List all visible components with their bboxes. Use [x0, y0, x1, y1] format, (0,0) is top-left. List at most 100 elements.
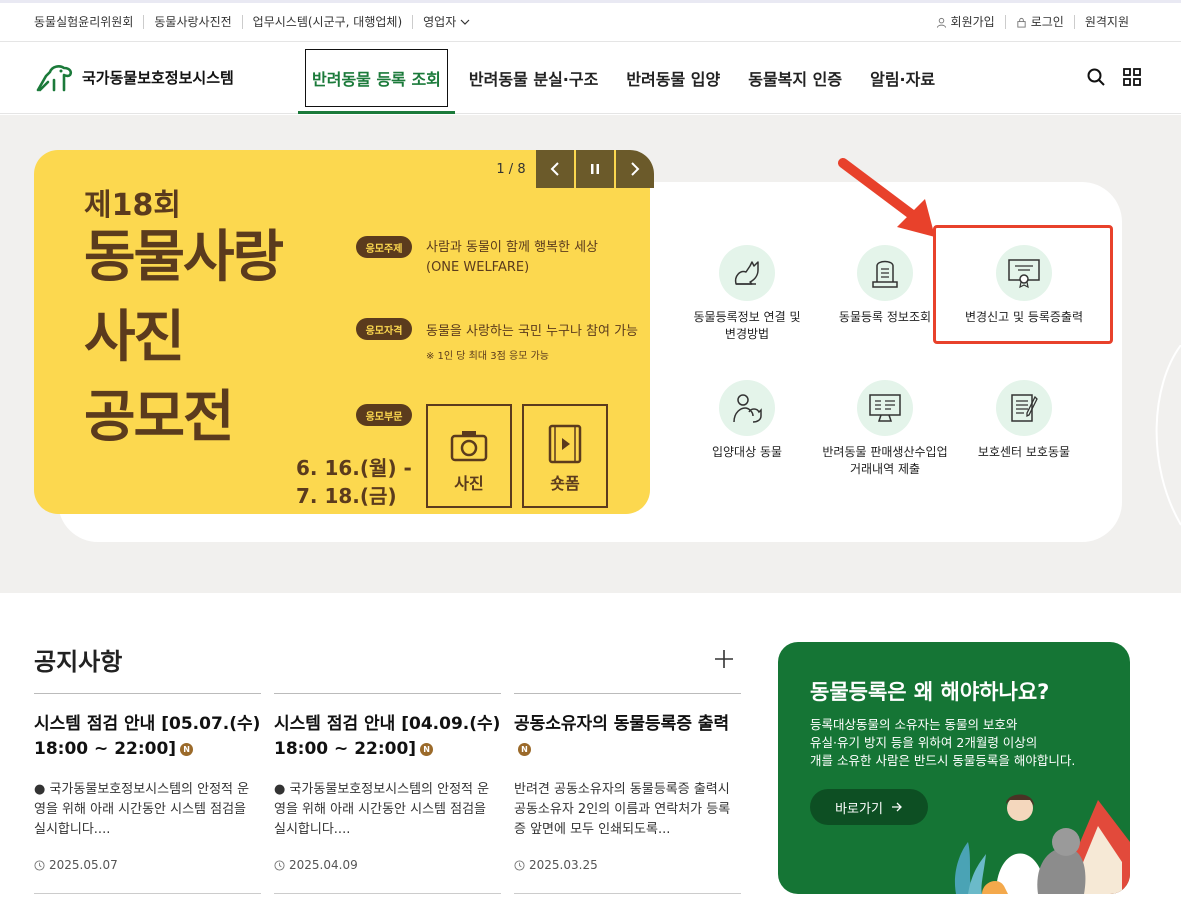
banner-theme-line1: 사람과 동물이 함께 행복한 세상 — [426, 240, 599, 255]
notice-title: 시스템 점검 안내 [04.09.(수) 18:00 ~ 22:00] N — [274, 712, 501, 762]
divider — [274, 893, 501, 894]
site-header: 국가동물보호정보시스템 반려동물 등록 조회 반려동물 분실·구조 반려동물 입… — [0, 42, 1181, 114]
promo-go-button[interactable]: 바로가기 — [810, 789, 928, 825]
nav-adoption[interactable]: 반려동물 입양 — [612, 42, 734, 114]
person-with-dog-icon — [733, 394, 762, 423]
notice-section-title: 공지사항 — [34, 648, 123, 676]
login-link[interactable]: 로그인 — [1004, 15, 1074, 29]
new-badge: N — [518, 743, 531, 756]
notice-date: 2025.04.09 — [289, 858, 358, 872]
banner-date-start: 6. 16.(월) - — [296, 456, 412, 480]
new-badge: N — [420, 743, 434, 756]
film-play-icon — [548, 424, 582, 464]
notice-card[interactable]: 시스템 점검 안내 [05.07.(수) 18:00 ~ 22:00] N ● 국… — [34, 693, 261, 872]
notepad-icon — [1011, 394, 1038, 422]
nav-adoption-label: 반려동물 입양 — [626, 70, 721, 89]
registration-promo-card: 동물등록은 왜 해야하나요? 등록대상동물의 소유자는 동물의 보호와 유실·유… — [778, 642, 1130, 894]
signup-link[interactable]: 회원가입 — [926, 15, 1005, 29]
util-link-business[interactable]: 영업자 — [412, 15, 480, 29]
service-link-adoptable-animals[interactable]: 입양대상 동물 — [677, 380, 817, 461]
service-link-shelter-animals[interactable]: 보호센터 보호동물 — [954, 380, 1094, 461]
notice-date: 2025.05.07 — [49, 858, 118, 872]
banner-title-line3: 공모전 — [84, 385, 235, 450]
utility-right-links: 회원가입 로그인 원격지원 — [926, 15, 1129, 29]
nav-notice-data[interactable]: 알림·자료 — [856, 42, 949, 114]
notice-title: 시스템 점검 안내 [05.07.(수) 18:00 ~ 22:00] N — [34, 712, 261, 762]
search-icon[interactable] — [1087, 68, 1105, 86]
divider — [514, 893, 741, 894]
promo-title: 동물등록은 왜 해야하나요? — [810, 680, 1050, 704]
service-link-registration-connect[interactable]: 동물등록정보 연결 및 변경방법 — [677, 245, 817, 343]
service-label-line1: 입양대상 동물 — [711, 445, 783, 459]
banner-eligibility-note: ※ 1인 당 최대 3점 응모 가능 — [426, 351, 549, 362]
divider — [34, 893, 261, 894]
nav-focus-box — [305, 49, 448, 107]
nav-lost-rescue-label: 반려동물 분실·구조 — [468, 70, 599, 89]
utility-left-links: 동물실험윤리위원회 동물사랑사진전 업무시스템(시군구, 대행업체) 영업자 — [34, 15, 480, 29]
notice-title: 공동소유자의 동물등록증 출력 N — [514, 712, 741, 762]
service-link-trade-report[interactable]: 반려동물 판매생산수입업 거래내역 제출 — [815, 380, 955, 478]
notice-body: ● 국가동물보호정보시스템의 안정적 운영을 위해 아래 시간동안 시스템 점검… — [274, 782, 490, 837]
banner-pager: 1 / 8 — [496, 161, 526, 177]
banner-title-small: 제18회 — [84, 188, 181, 223]
banner-title-line2: 사진 — [84, 305, 185, 370]
site-logo[interactable]: 국가동물보호정보시스템 — [34, 62, 234, 92]
nav-pet-registration[interactable]: 반려동물 등록 조회 — [298, 42, 455, 114]
decorative-line-icon — [1155, 345, 1181, 526]
service-icon-wrap — [719, 380, 775, 436]
remote-support-label: 원격지원 — [1084, 15, 1129, 29]
chevron-right-icon — [631, 162, 640, 176]
notice-title-text: 공동소유자의 동물등록증 출력 — [514, 714, 730, 734]
notice-date-row: 2025.03.25 — [514, 858, 598, 872]
logo-dog-icon — [36, 65, 73, 92]
utility-bar: 동물실험윤리위원회 동물사랑사진전 업무시스템(시군구, 대행업체) 영업자 회… — [0, 0, 1181, 42]
service-icon-wrap — [857, 245, 913, 301]
nav-lost-rescue[interactable]: 반려동물 분실·구조 — [455, 42, 612, 114]
util-link-photo-contest[interactable]: 동물사랑사진전 — [143, 15, 241, 29]
notice-title-text: 시스템 점검 안내 [05.07.(수) 18:00 ~ 22:00] — [34, 714, 261, 759]
notice-body: 반려견 공동소유자의 동물등록증 출력시 공동소유자 2인의 이름과 연락처가 … — [514, 782, 731, 837]
banner-prev-button[interactable] — [536, 150, 574, 188]
camera-icon — [450, 431, 488, 462]
tombstone-icon — [872, 260, 898, 288]
pause-icon — [591, 164, 599, 174]
service-icon-wrap — [996, 380, 1052, 436]
event-banner[interactable]: 제18회 동물사랑 사진 공모전 응모주제 사람과 동물이 함께 행복한 세상 … — [34, 150, 650, 514]
arrow-right-icon — [891, 802, 902, 812]
clock-icon — [34, 859, 45, 871]
banner-eligibility: 동물을 사랑하는 국민 누구나 참여 가능 — [426, 324, 639, 339]
chevron-left-icon — [550, 162, 559, 176]
login-label: 로그인 — [1030, 15, 1064, 29]
banner-category-photo: 사진 — [426, 404, 512, 508]
banner-category-shortform: 숏폼 — [522, 404, 608, 508]
signup-label: 회원가입 — [950, 15, 995, 29]
banner-pause-button[interactable] — [576, 150, 614, 188]
banner-next-button[interactable] — [616, 150, 654, 188]
chevron-down-icon — [460, 19, 470, 25]
person-icon — [936, 17, 946, 28]
remote-support-link[interactable]: 원격지원 — [1073, 15, 1129, 29]
sitemap-grid-icon[interactable] — [1123, 68, 1141, 86]
banner-date-end: 7. 18.(금) — [296, 484, 397, 508]
highlight-box — [933, 225, 1113, 344]
person-and-pets-illustration — [954, 794, 1130, 894]
banner-theme-line2: (ONE WELFARE) — [426, 260, 530, 275]
clock-icon — [274, 859, 285, 871]
util-link-work-system[interactable]: 업무시스템(시군구, 대행업체) — [241, 15, 412, 29]
service-label-line1: 반려동물 판매생산수입업 — [822, 445, 948, 459]
notice-card[interactable]: 시스템 점검 안내 [04.09.(수) 18:00 ~ 22:00] N ● 국… — [274, 693, 501, 872]
monitor-report-icon — [869, 394, 901, 422]
banner-tag-eligibility: 응모자격 — [356, 318, 412, 340]
banner-category-photo-label: 사진 — [454, 474, 484, 493]
util-link-ethics[interactable]: 동물실험윤리위원회 — [34, 15, 143, 29]
promo-go-label: 바로가기 — [835, 801, 883, 817]
lock-icon — [1017, 17, 1026, 28]
service-label-line1: 동물등록정보 연결 및 — [693, 310, 801, 324]
notice-card[interactable]: 공동소유자의 동물등록증 출력 N 반려견 공동소유자의 동물등록증 출력시 공동… — [514, 693, 741, 872]
service-icon-wrap — [719, 245, 775, 301]
plus-icon[interactable] — [713, 648, 735, 670]
header-icons — [1087, 68, 1141, 86]
nav-welfare-cert[interactable]: 동물복지 인증 — [734, 42, 856, 114]
notice-title-text: 시스템 점검 안내 [04.09.(수) 18:00 ~ 22:00] — [274, 714, 501, 759]
util-link-business-label: 영업자 — [423, 15, 457, 29]
